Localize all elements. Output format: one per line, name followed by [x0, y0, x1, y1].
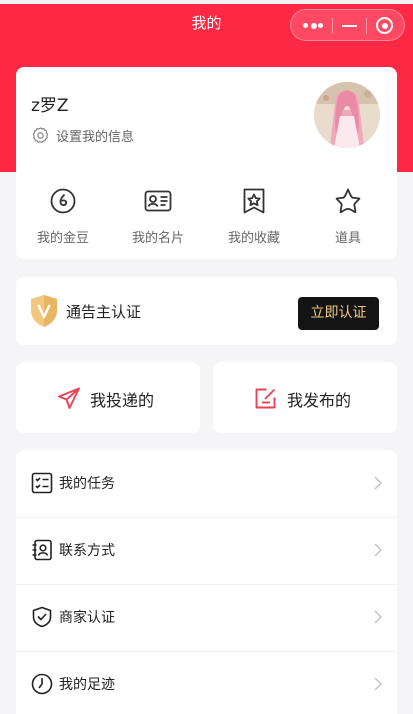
my-posts-button[interactable]: 我发布的	[213, 362, 397, 433]
my-submissions-button[interactable]: 我投递的	[16, 362, 200, 433]
avatar-image	[314, 82, 380, 148]
menu-item-footprints[interactable]: 我的足迹	[16, 651, 397, 714]
menu-item-label: 我的足迹	[59, 677, 115, 693]
edit-profile-label: 设置我的信息	[56, 129, 135, 145]
username: z罗Z	[31, 96, 69, 116]
menu-list: 我的任务 联系方式 商家认证 我的足迹	[16, 450, 397, 714]
close-target-icon[interactable]	[376, 17, 393, 34]
certify-now-button[interactable]: 立即认证	[298, 297, 379, 330]
quick-link-label: 道具	[334, 231, 361, 246]
menu-item-label: 联系方式	[59, 543, 115, 559]
certification-label: 通告主认证	[66, 303, 142, 321]
star-icon	[335, 188, 361, 214]
menu-item-my-tasks[interactable]: 我的任务	[16, 450, 397, 517]
profile-card: z罗Z 设置我的信息 我的金豆 我的名片 我的收藏 道具	[16, 67, 397, 259]
avatar[interactable]	[314, 82, 380, 148]
my-posts-label: 我发布的	[287, 391, 352, 410]
paper-plane-icon	[58, 387, 80, 409]
quick-link-props[interactable]: 道具	[308, 181, 388, 251]
menu-item-merchant-cert[interactable]: 商家认证	[16, 584, 397, 651]
chevron-right-icon	[374, 476, 382, 490]
quick-link-label: 我的金豆	[36, 231, 89, 246]
chevron-right-icon	[374, 543, 382, 557]
coin-icon	[50, 188, 76, 214]
miniprogram-capsule	[290, 9, 405, 41]
minimize-icon[interactable]	[342, 25, 357, 27]
quick-links: 我的金豆 我的名片 我的收藏 道具	[16, 181, 397, 251]
task-list-icon	[31, 472, 53, 494]
chevron-right-icon	[374, 610, 382, 624]
quick-link-coins[interactable]: 我的金豆	[23, 181, 103, 251]
menu-item-label: 我的任务	[59, 476, 115, 492]
bookmark-star-icon	[243, 188, 265, 214]
navigation-bar: 我的	[0, 4, 413, 44]
contact-card-icon	[32, 539, 52, 561]
edit-profile-link[interactable]: 设置我的信息	[31, 125, 134, 145]
capsule-divider	[332, 18, 333, 34]
shield-check-icon	[32, 606, 52, 628]
id-card-icon	[144, 190, 172, 212]
menu-item-label: 商家认证	[59, 610, 115, 626]
more-icon[interactable]	[303, 22, 323, 29]
clock-icon	[31, 673, 53, 695]
gear-icon	[32, 126, 49, 143]
chevron-right-icon	[374, 677, 382, 691]
quick-link-label: 我的收藏	[227, 231, 280, 246]
quick-link-label: 我的名片	[131, 231, 184, 246]
menu-item-contact[interactable]: 联系方式	[16, 517, 397, 584]
certification-card: 通告主认证 立即认证	[16, 277, 397, 345]
my-submissions-label: 我投递的	[90, 391, 155, 410]
capsule-divider	[366, 18, 367, 34]
quick-link-card[interactable]: 我的名片	[118, 181, 198, 251]
edit-square-icon	[255, 388, 276, 409]
shield-v-icon	[31, 295, 57, 327]
quick-link-favorites[interactable]: 我的收藏	[214, 181, 294, 251]
